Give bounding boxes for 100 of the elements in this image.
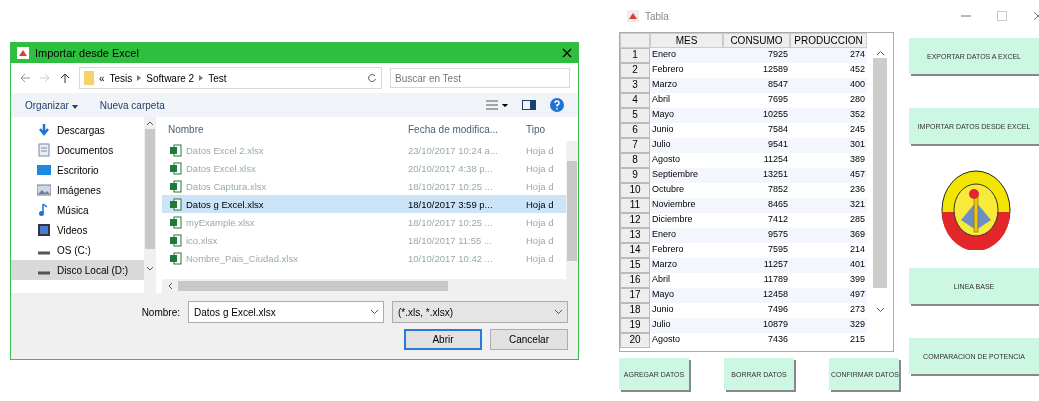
table-cell: 11257 [723,258,790,273]
table-cell-text: 399 [848,273,866,286]
drive-icon [37,251,51,255]
breadcrumb-item[interactable]: « [99,72,105,84]
nav-item[interactable]: Escritorio [11,160,144,180]
chevron-icon [137,75,142,81]
table-cell-text: 7496 [766,303,789,316]
cancel-button[interactable]: Cancelar [490,329,568,350]
spreadsheet-file-icon [170,161,182,175]
spreadsheet-file-icon [170,197,182,211]
filename-field[interactable]: Datos g Excel.xlsx [188,301,384,323]
row-number: 15 [620,258,650,273]
table-cell: 352 [790,108,867,123]
row-number: 2 [620,63,650,78]
table-cell: 13251 [723,168,790,183]
nav-item[interactable]: Descargas [11,120,144,140]
view-options-icon[interactable] [486,100,508,110]
table-cell: Marzo [650,258,723,273]
column-header[interactable]: Tipo [520,123,566,135]
row-number: 13 [620,228,650,243]
breadcrumb-item[interactable]: Software 2 [146,72,195,84]
nav-item[interactable]: Imágenes [11,180,144,200]
row-number: 4 [620,93,650,108]
table-cell: 329 [790,318,867,333]
nav-item[interactable]: Disco Local (D:) [11,260,144,280]
refresh-icon[interactable] [367,73,377,83]
table-cell-text: Agosto [651,153,682,166]
table-cell-text: 7695 [766,93,789,106]
nav-item[interactable]: Música [11,200,144,220]
picture-icon [37,183,51,197]
organize-menu[interactable]: Organizar [25,99,78,111]
back-arrow-icon[interactable] [19,72,31,84]
file-type-dropdown[interactable]: (*.xls, *.xlsx) [392,301,568,323]
app-logo-icon [627,10,639,22]
folder-icon [84,71,94,85]
film-icon [37,223,51,237]
column-header[interactable]: Fecha de modifica... [402,123,520,135]
row-number: 14 [620,243,650,258]
dropdown-caret-icon[interactable] [371,310,378,314]
table-cell: 497 [790,288,867,303]
table-cell: 10879 [723,318,790,333]
breadcrumb-item[interactable]: Test [208,72,227,84]
table-cell: 9541 [723,138,790,153]
row-number: 19 [620,318,650,333]
nav-item[interactable]: OS (C:) [11,240,144,260]
header-corner [620,33,650,48]
nav-item[interactable]: Videos [11,220,144,240]
table-cell-text: Abril [651,273,671,286]
row-number: 6 [620,123,650,138]
horizontal-scrollbar[interactable] [162,279,578,293]
close-icon[interactable] [1033,11,1039,21]
nav-item[interactable]: Documentos [11,140,144,160]
spreadsheet-file-icon [170,233,182,247]
file-row[interactable]: Datos g Excel.xlsx 18/10/2017 3:59 p... Hoja d [162,195,566,213]
address-bar[interactable]: « Tesis Software 2 Test [79,67,382,89]
scroll-up-icon[interactable] [147,121,153,125]
drive-icon [37,271,51,275]
table-cell-text: Abril [651,93,671,106]
table-cell-text: 7584 [766,123,789,136]
breadcrumb-item[interactable]: Tesis [109,72,133,84]
table-cell-text: 273 [848,303,866,316]
table-cell-text: Junio [651,123,675,136]
spreadsheet-file-icon [170,143,182,157]
spreadsheet-file-icon [170,251,182,265]
table-cell-text: 7595 [766,243,789,256]
table-cell: 8547 [723,78,790,93]
table-cell: Enero [650,228,723,243]
table-cell-text: 389 [848,153,866,166]
row-number: 20 [620,333,650,348]
up-arrow-icon[interactable] [59,72,71,84]
new-folder-button[interactable]: Nueva carpeta [99,99,165,111]
close-icon[interactable] [562,48,572,58]
caret-icon [71,104,78,109]
table-cell-text: 12589 [761,63,789,76]
table-cell: 8465 [723,198,790,213]
dropdown-caret-icon[interactable] [555,310,562,314]
scrollbar[interactable] [144,117,156,293]
table-cell: 400 [790,78,867,93]
table-cell: 7925 [723,48,790,63]
scroll-left-icon[interactable] [168,283,172,289]
row-number: 3 [620,78,650,93]
table-cell-text: Junio [651,303,675,316]
scroll-up-icon[interactable] [876,51,884,55]
scroll-down-icon[interactable] [876,308,884,312]
preview-pane-icon[interactable] [522,100,536,110]
column-header[interactable]: Nombre [162,123,402,135]
column-header: PRODUCCION [790,33,867,48]
scrollbar[interactable] [566,141,578,279]
scroll-down-icon[interactable] [147,267,153,271]
table-cell-text: 236 [848,183,866,196]
chevron-icon [199,75,204,81]
help-icon[interactable] [550,98,564,112]
table-cell: 274 [790,48,867,63]
table-cell-text: Diciembre [651,213,694,226]
open-button[interactable]: Abrir [404,329,482,350]
row-number: 5 [620,108,650,123]
row-number: 18 [620,303,650,318]
search-field[interactable]: Buscar en Test [390,68,570,88]
row-number: 7 [620,138,650,153]
table-cell-text: 11254 [762,153,789,166]
